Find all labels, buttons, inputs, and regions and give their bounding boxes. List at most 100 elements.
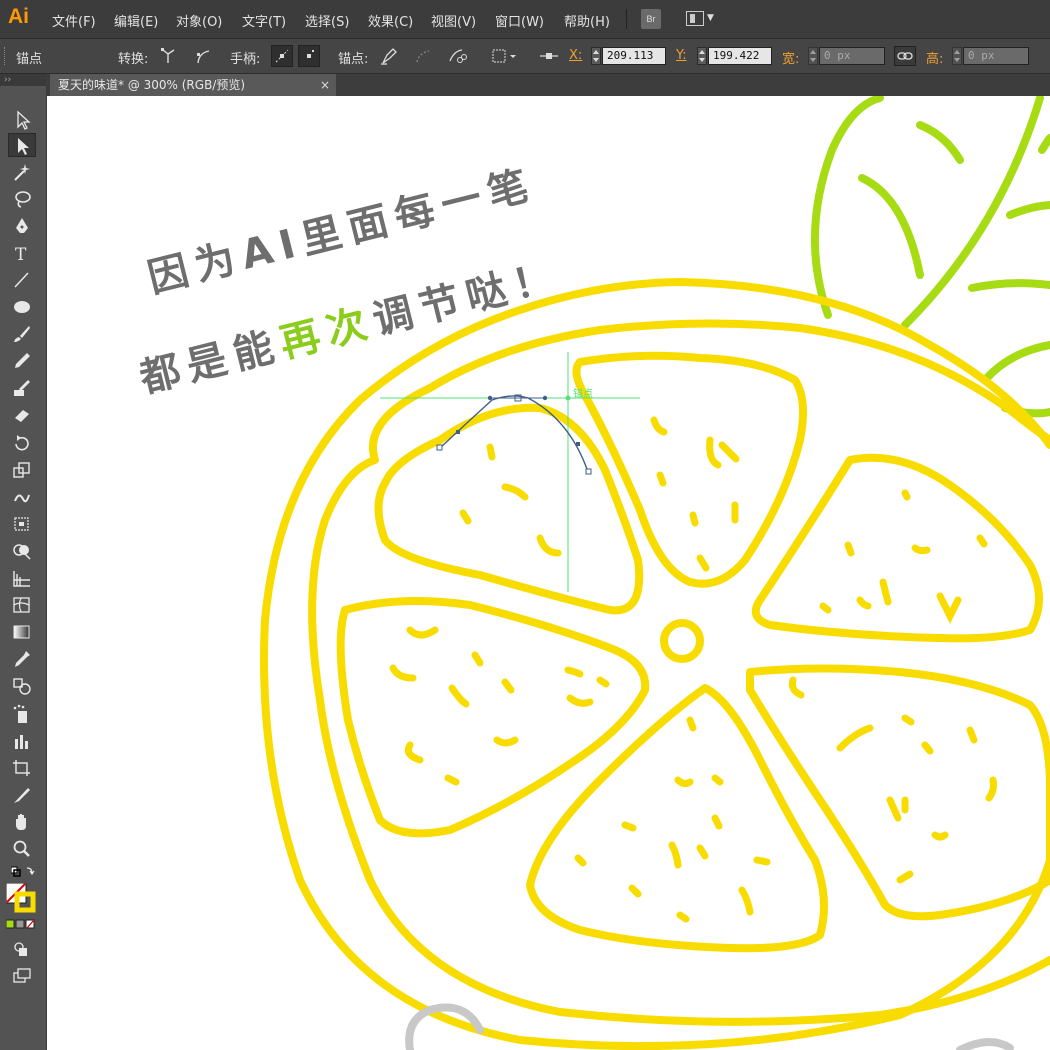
convert-to-smooth-icon[interactable]: [192, 45, 214, 67]
lemon-segment-2[interactable]: [572, 351, 808, 588]
fill-stroke-swatches[interactable]: [6, 883, 36, 917]
convert-to-corner-icon[interactable]: [158, 45, 180, 67]
type-icon: T: [15, 245, 27, 263]
menu-type[interactable]: 文字(T): [242, 11, 286, 30]
remove-anchor-icon[interactable]: [378, 45, 400, 67]
link-icon: [897, 52, 913, 60]
hand-icon: [16, 814, 26, 830]
hand-tool[interactable]: [8, 810, 36, 834]
menu-window[interactable]: 窗口(W): [495, 11, 544, 30]
artboard-icon: [13, 760, 30, 776]
x-label: X:: [569, 48, 583, 63]
y-stepper[interactable]: [697, 47, 707, 65]
lasso-tool[interactable]: [8, 187, 36, 211]
eraser-tool[interactable]: [8, 403, 36, 427]
direct-selection-tool[interactable]: [8, 133, 36, 157]
slice-knife-icon: [14, 788, 30, 803]
default-fill-stroke-button[interactable]: [8, 863, 36, 881]
lemon-core[interactable]: [660, 619, 704, 663]
width-label: 宽:: [782, 52, 800, 67]
menu-effect[interactable]: 效果(C): [368, 11, 413, 30]
reference-point-icon[interactable]: [538, 45, 560, 67]
lemon-segment-1[interactable]: [374, 403, 644, 615]
gradient-icon: [13, 625, 30, 639]
width-input[interactable]: 0 px: [819, 47, 885, 65]
selection-tool[interactable]: [8, 108, 36, 132]
x-input[interactable]: 209.113: [602, 47, 666, 65]
menu-view[interactable]: 视图(V): [431, 11, 476, 30]
blend-tool[interactable]: [8, 674, 36, 698]
magic-wand-icon: [14, 164, 30, 181]
blob-brush-tool[interactable]: [8, 376, 36, 400]
free-transform-icon: [14, 517, 29, 531]
arrange-documents-button[interactable]: ▼: [686, 10, 720, 28]
mesh-tool[interactable]: [8, 593, 36, 617]
pencil-tool[interactable]: [8, 349, 36, 373]
rotate-tool[interactable]: [8, 431, 36, 455]
bridge-button[interactable]: Br: [641, 9, 661, 29]
artboard-canvas[interactable]: 因为AI里面每一笔 都是能再次调节哒！ 锚点: [47, 96, 1050, 1050]
y-label: Y:: [676, 48, 687, 63]
eraser-icon: [15, 410, 29, 422]
height-stepper[interactable]: [952, 47, 962, 65]
eyedropper-tool[interactable]: [8, 647, 36, 671]
width-stepper[interactable]: [808, 47, 818, 65]
column-graph-tool[interactable]: [8, 729, 36, 753]
artboard-tool[interactable]: [8, 756, 36, 780]
pencil-icon: [15, 353, 30, 368]
y-input[interactable]: 199.422: [708, 47, 772, 65]
type-tool[interactable]: T: [8, 241, 36, 265]
constrain-proportions-button[interactable]: [894, 46, 916, 66]
screen-mode-icon: [13, 968, 31, 983]
symbol-sprayer-icon: [13, 704, 27, 723]
menu-select[interactable]: 选择(S): [305, 11, 349, 30]
scale-tool[interactable]: [8, 458, 36, 482]
height-label: 高:: [926, 52, 944, 67]
lemon-segment-4[interactable]: [336, 597, 650, 838]
ellipse-tool[interactable]: [8, 295, 36, 319]
symbol-sprayer-tool[interactable]: [8, 702, 36, 726]
menu-edit[interactable]: 编辑(E): [114, 11, 158, 30]
grey-shape-fragment-2[interactable]: [956, 1038, 1014, 1050]
illustrator-logo: Ai: [8, 5, 29, 28]
menu-help[interactable]: 帮助(H): [564, 11, 610, 30]
panel-collapse-grip[interactable]: ››: [0, 74, 46, 86]
paintbrush-tool[interactable]: [8, 322, 36, 346]
warp-tool[interactable]: [8, 485, 36, 509]
connect-anchors-icon[interactable]: [412, 45, 434, 67]
control-bar-grip[interactable]: [4, 47, 9, 65]
color-mode-buttons[interactable]: [6, 919, 36, 933]
document-tab[interactable]: 夏天的味道* @ 300% (RGB/预览) ×: [50, 74, 336, 96]
menu-file[interactable]: 文件(F): [52, 11, 96, 30]
hide-handles-icon[interactable]: [298, 45, 320, 67]
line-tool[interactable]: [8, 268, 36, 292]
perspective-grid-icon: [13, 571, 30, 587]
shape-builder-tool[interactable]: [8, 539, 36, 563]
pen-icon: [16, 218, 28, 233]
lemon-segment-5[interactable]: [526, 684, 828, 953]
zoom-icon: [13, 840, 30, 857]
lemon-slice[interactable]: [260, 278, 1050, 1050]
show-handles-icon[interactable]: [271, 45, 293, 67]
lemon-segment-3[interactable]: [751, 453, 1043, 643]
draw-mode-button[interactable]: [8, 938, 36, 962]
tools-panel: T: [0, 86, 47, 1050]
free-transform-tool[interactable]: [8, 512, 36, 536]
menu-object[interactable]: 对象(O): [176, 11, 222, 30]
anchor-hint-label: 锚点: [573, 389, 593, 400]
magic-wand-tool[interactable]: [8, 160, 36, 184]
gradient-tool[interactable]: [8, 620, 36, 644]
arrange-documents-icon: [686, 11, 704, 26]
zoom-tool[interactable]: [8, 837, 36, 861]
slice-tool[interactable]: [8, 783, 36, 807]
pen-tool[interactable]: [8, 214, 36, 238]
menu-separator: [626, 9, 627, 29]
lemon-outer-rind[interactable]: [260, 278, 1050, 1050]
screen-mode-button[interactable]: [8, 964, 36, 988]
cut-path-icon[interactable]: [446, 45, 468, 67]
x-stepper[interactable]: [591, 47, 601, 65]
align-reference-icon[interactable]: [490, 45, 520, 67]
height-input[interactable]: 0 px: [963, 47, 1029, 65]
perspective-grid-tool[interactable]: [8, 566, 36, 590]
close-icon[interactable]: ×: [320, 74, 330, 96]
